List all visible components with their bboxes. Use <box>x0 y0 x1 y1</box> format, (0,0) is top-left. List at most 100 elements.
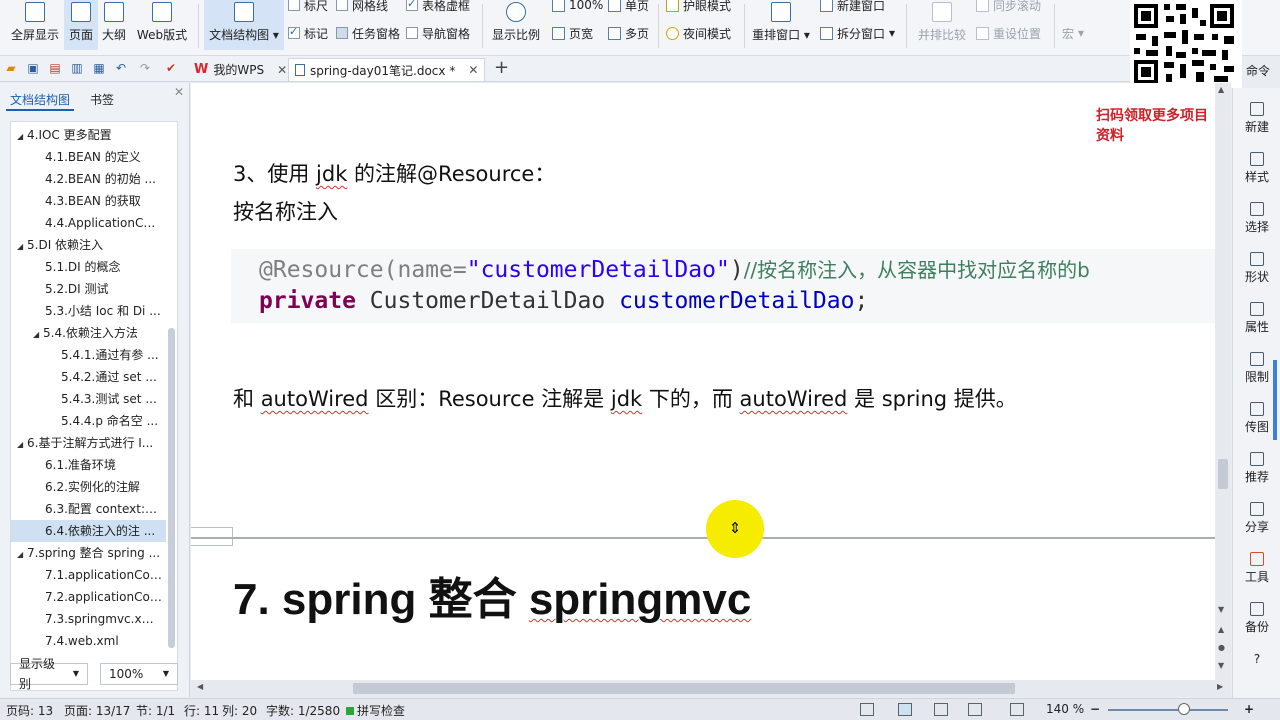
nav-tree-item[interactable]: 6.3.配置 context:c... <box>11 498 166 520</box>
nav-tree-item[interactable]: 6.1.准备环境 <box>11 454 166 476</box>
tab-bookmarks[interactable]: 书签 <box>86 89 118 111</box>
nav-tree-item[interactable]: 6.2.实例化的注解 <box>11 476 166 498</box>
nav-tree-item[interactable]: 6.4.依赖注入的注 ... <box>11 520 166 542</box>
tab-document[interactable]: spring-day01笔记.docx * ✕ <box>288 58 486 81</box>
expand-triangle-icon[interactable]: ◢ <box>17 126 27 146</box>
document-canvas[interactable]: 扫码领取更多项目资料 3、使用 jdk 的注解@Resource： 按名称注入 … <box>191 83 1215 680</box>
nav-tree-item[interactable]: 4.1.BEAN 的定义 <box>11 146 166 168</box>
zoom-slider-track[interactable] <box>1108 709 1228 711</box>
export-pdf-icon[interactable]: ▤ <box>48 61 62 75</box>
scroll-down-icon[interactable]: ▼ <box>1218 605 1224 614</box>
task-pane-checkbox[interactable] <box>336 27 348 39</box>
nav-tree-item[interactable]: 5.4.3.测试 set ... <box>11 388 166 410</box>
rearrange-window-button[interactable]: 重排窗口 ▾ <box>750 0 812 50</box>
redo-icon[interactable]: ↷ <box>138 61 152 75</box>
print-preview-icon[interactable]: ▦ <box>92 61 106 75</box>
document-horizontal-scrollbar[interactable]: ◀ ▶ <box>191 680 1231 697</box>
rightbar-backup-button[interactable]: 备份 <box>1233 602 1280 635</box>
new-tab-button[interactable]: + <box>494 59 509 77</box>
close-icon[interactable]: ✕ <box>468 63 478 77</box>
web-view-icon[interactable] <box>968 703 982 716</box>
nav-tree-item[interactable]: ◢ 4.IOC 更多配置 <box>11 124 166 146</box>
rightbar-recommend-button[interactable]: 推荐 <box>1233 452 1280 485</box>
macro-button[interactable]: 宏 ▾ <box>1062 24 1084 42</box>
nav-pane-toggle[interactable]: 导航窗格 <box>406 24 470 42</box>
single-page-button[interactable]: 单页 <box>608 0 649 14</box>
reset-position-button[interactable]: 重设位置 <box>976 24 1041 42</box>
sync-scroll-button[interactable]: 同步滚动 <box>976 0 1041 14</box>
rightbar-share-button[interactable]: 分享 <box>1233 502 1280 535</box>
new-window-button[interactable]: 新建窗口 <box>820 0 885 14</box>
nav-tree-item[interactable]: 7.2.applicationCo ... <box>11 586 166 608</box>
browse-object-icon[interactable]: ● <box>1218 643 1225 652</box>
eye-protection-button[interactable]: 护眼模式 <box>666 0 731 14</box>
rightbar-shape-button[interactable]: 形状 <box>1233 252 1280 285</box>
tab-my-wps[interactable]: W 我的WPS ✕ <box>188 58 293 81</box>
expand-triangle-icon[interactable]: ◢ <box>17 544 27 564</box>
ruler-toggle[interactable]: 标尺 <box>288 0 328 14</box>
nav-tree-item[interactable]: 7.1.applicationCo ... <box>11 564 166 586</box>
outline-view-button[interactable]: 大纲 <box>98 0 130 50</box>
page-view-icon[interactable] <box>898 703 912 716</box>
ruler-checkbox[interactable] <box>288 0 300 11</box>
spell-check-toggle[interactable]: 拼写检查 <box>346 702 405 719</box>
nav-tree-item[interactable]: 4.3.BEAN 的获取 <box>11 190 166 212</box>
zoom-slider-knob[interactable] <box>1178 703 1190 715</box>
zoom-out-icon[interactable]: − <box>1090 702 1100 716</box>
scroll-up-icon[interactable]: ▲ <box>1218 85 1224 94</box>
rightbar-new-button[interactable]: 新建 <box>1233 102 1280 135</box>
side-by-side-button[interactable]: 并排比较 <box>912 0 972 50</box>
save-icon[interactable]: ▣ <box>26 61 40 75</box>
status-word-count[interactable]: 字数: 1/2580 <box>266 702 340 719</box>
horizontal-scroll-thumb[interactable] <box>353 683 1015 694</box>
fullscreen-view-icon[interactable] <box>860 703 874 716</box>
nav-tree-item[interactable]: 5.1.DI 的概念 <box>11 256 166 278</box>
markup-checkbox[interactable] <box>288 25 300 39</box>
nav-tree-item[interactable]: 7.4.web.xml <box>11 630 166 652</box>
expand-triangle-icon[interactable]: ◢ <box>17 434 27 454</box>
nav-tree-item[interactable]: 5.4.1.通过有参 ... <box>11 344 166 366</box>
gridlines-toggle[interactable]: 网格线 <box>336 0 388 14</box>
zoom-ratio-button[interactable]: 显示比例 <box>488 0 544 50</box>
outline-view-icon[interactable] <box>934 703 948 716</box>
next-page-icon[interactable]: ▼ <box>1218 661 1224 670</box>
zoom-in-icon[interactable]: + <box>1244 702 1254 716</box>
prev-page-icon[interactable]: ▲ <box>1218 625 1224 634</box>
nav-tree-item[interactable]: 5.4.4.p 命名空 ... <box>11 410 166 432</box>
zoom-100-button[interactable]: 100% <box>552 0 603 14</box>
rightbar-style-button[interactable]: 样式 <box>1233 152 1280 185</box>
nav-tree-item[interactable]: ◢ 6.基于注解方式进行 I... <box>11 432 166 454</box>
tab-document-structure[interactable]: 文档结构图 <box>6 89 75 111</box>
markup-toggle[interactable]: 标记 <box>288 24 328 42</box>
scroll-right-icon[interactable]: ▶ <box>1217 682 1223 691</box>
nav-tree-item[interactable]: ◢ 5.DI 依赖注入 <box>11 234 166 256</box>
rightbar-toolbox-button[interactable]: 工具 <box>1233 552 1280 585</box>
fullscreen-button[interactable]: 全屏显示 <box>8 0 62 50</box>
reading-mode-icon[interactable] <box>1010 703 1024 716</box>
doc-structure-button[interactable]: 文档结构图 ▾ <box>204 0 284 50</box>
expand-triangle-icon[interactable]: ◢ <box>17 236 27 256</box>
command-label[interactable]: 命令 <box>1246 62 1270 79</box>
undo-icon[interactable]: ↶ <box>114 61 128 75</box>
table-gridlines-checkbox[interactable] <box>406 0 418 11</box>
nav-tree-item[interactable]: 4.2.BEAN 的初始 ... <box>11 168 166 190</box>
open-folder-icon[interactable]: ▰ <box>4 61 18 75</box>
web-layout-button[interactable]: Web版式 <box>134 0 190 50</box>
gridlines-checkbox[interactable] <box>336 0 348 11</box>
night-mode-button[interactable]: 夜间模式 <box>666 24 731 42</box>
rightbar-help-button[interactable]: ? <box>1233 652 1280 666</box>
nav-pane-checkbox[interactable] <box>406 27 418 39</box>
scroll-left-icon[interactable]: ◀ <box>197 682 203 691</box>
rightbar-select-button[interactable]: 选择 <box>1233 202 1280 235</box>
format-painter-icon[interactable]: ✔ <box>164 61 178 75</box>
task-pane-toggle[interactable]: 任务窗格 <box>336 24 400 42</box>
display-level-dropdown[interactable]: 显示级别 ▼ <box>10 657 88 691</box>
page-width-button[interactable]: 页宽 <box>552 24 593 42</box>
nav-tree-item[interactable]: 4.4.ApplicationCo ... <box>11 212 166 234</box>
document-vertical-scrollbar[interactable]: ▲ ▼ ▲ ● ▼ <box>1215 83 1231 680</box>
status-page[interactable]: 页面: 13/17 <box>64 702 130 719</box>
page-view-button[interactable]: 页面 <box>64 0 98 50</box>
nav-tree-item[interactable]: 7.3.springmvc.xm ... <box>11 608 166 630</box>
print-icon[interactable]: ▥ <box>70 61 84 75</box>
nav-zoom-dropdown[interactable]: 100% ▼ <box>100 663 178 685</box>
